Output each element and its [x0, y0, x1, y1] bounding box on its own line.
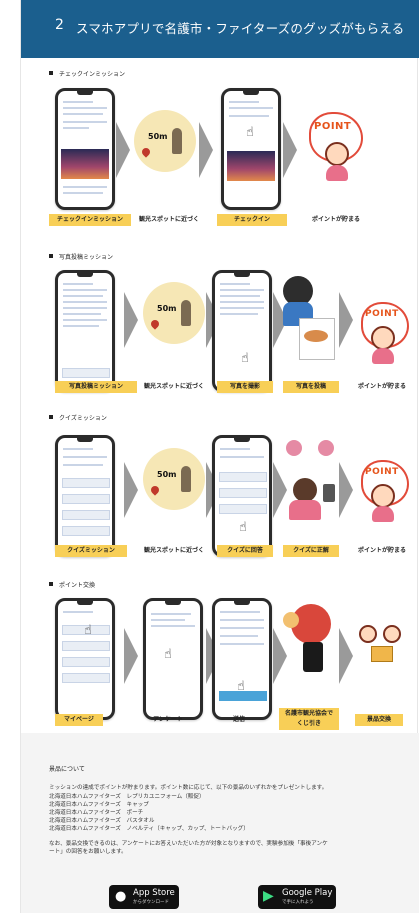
prize-item: 北海道日本ハムファイターズ ポーチ — [49, 810, 144, 816]
step-label: クイズミッション — [55, 545, 127, 557]
step-label: 観光スポットに近づく — [138, 216, 199, 223]
step-label: ポイントが貯まる — [357, 547, 406, 554]
step-label: マイページ — [55, 714, 103, 726]
step-label: 観光スポットに近づく — [143, 383, 204, 390]
step-label: 名護市観光協会で くじ引き — [279, 708, 339, 730]
phone-screenshot: ☝ — [221, 88, 281, 210]
happy-person-icon — [325, 142, 349, 166]
step-label: 写真を撮影 — [217, 381, 273, 393]
spot-illustration: 50m — [143, 448, 205, 510]
flow-arrow — [124, 462, 138, 518]
prize-item: 北海道日本ハムファイターズ バスタオル — [49, 818, 155, 824]
app-store-label: App Store — [133, 888, 175, 898]
flow-arrow — [273, 628, 287, 684]
gift-box-icon — [371, 646, 393, 662]
step-label: 写真を投稿 — [283, 381, 339, 393]
tap-hand-icon: ☝ — [246, 125, 254, 140]
quiz-host-icon — [318, 440, 334, 456]
step-label: 景品交換 — [355, 714, 403, 726]
staff-person-icon — [283, 612, 299, 628]
happy-person-icon — [371, 484, 395, 508]
person-body — [326, 165, 348, 181]
happy-person-icon — [371, 326, 395, 350]
person-body — [372, 348, 394, 364]
step-label: ポイントが貯まる — [311, 216, 360, 223]
step-label: 観光スポットに近づく — [143, 547, 204, 554]
flow-arrow — [339, 628, 353, 684]
flow-arrow — [124, 292, 138, 348]
phone-screenshot: ☝ — [212, 598, 272, 720]
person-body — [372, 506, 394, 522]
step-label: 写真投稿ミッション — [55, 381, 137, 393]
step-label: ポイントが貯まる — [357, 383, 406, 390]
apple-icon: ● — [115, 889, 127, 904]
tap-hand-icon: ☝ — [239, 520, 247, 535]
prize-note: なお、景品交換できるのは、アンケートにお答えいただいた方が対象となりますので、実… — [49, 841, 328, 847]
flow-arrow — [339, 292, 353, 348]
play-icon: ▶ — [263, 888, 274, 904]
mission-title-photo: 写真投稿ミッション — [49, 252, 113, 261]
step-label: チェックインミッション — [49, 214, 131, 226]
step-label: クイズに正解 — [283, 545, 339, 557]
google-play-button[interactable]: ▶ Google Play で手に入れよう — [258, 885, 336, 909]
mission-title-quiz: クイズミッション — [49, 413, 107, 422]
step-label: アンケート — [153, 716, 183, 723]
mission-title-checkin: チェックインミッション — [49, 69, 125, 78]
phone-screenshot: ☝ — [212, 270, 272, 392]
prize-item: 北海道日本ハムファイターズ レプリカユニフォーム（販促） — [49, 794, 205, 800]
prize-item: 北海道日本ハムファイターズ ノベルティ（キャップ、カップ、トートバッグ） — [49, 826, 249, 832]
step-label: クイズに回答 — [217, 545, 273, 557]
page: 2 スマホアプリで名護市・ファイターズのグッズがもらえる チェックインミッション… — [20, 0, 419, 913]
phone-screenshot: ☝ — [212, 435, 272, 557]
mission-title-exchange: ポイント交換 — [49, 580, 95, 589]
prize-info-panel: 景品について ミッションの達成でポイントが貯まります。ポイント数に応じて、以下の… — [21, 733, 419, 913]
tap-hand-icon: ☝ — [241, 351, 249, 366]
flow-arrow — [283, 122, 297, 178]
point-label: POINT — [314, 121, 352, 132]
prize-heading: 景品について — [49, 766, 85, 773]
app-store-button[interactable]: ● App Store からダウンロード — [109, 885, 179, 909]
spot-illustration: 50m — [143, 282, 205, 344]
quiz-player-icon — [293, 478, 317, 502]
quiz-player-body — [289, 500, 321, 520]
flow-arrow — [339, 462, 353, 518]
app-store-sublabel: からダウンロード — [133, 900, 169, 905]
phone-in-hand-icon — [303, 642, 323, 672]
phone-screenshot — [55, 270, 115, 392]
food-photo — [304, 330, 328, 342]
flow-arrow — [273, 462, 287, 518]
tap-hand-icon: ☝ — [164, 647, 172, 662]
section-number: 2 — [55, 17, 64, 33]
tap-hand-icon: ☝ — [237, 679, 245, 694]
section-header: 2 スマホアプリで名護市・ファイターズのグッズがもらえる — [21, 0, 419, 58]
quiz-host-icon — [286, 440, 302, 456]
prize-person-icon — [359, 625, 377, 643]
prize-person-icon — [383, 625, 401, 643]
google-play-sublabel: で手に入れよう — [282, 900, 314, 905]
tap-hand-icon: ☝ — [84, 623, 92, 638]
point-label: POINT — [365, 467, 399, 477]
phone-in-hand-icon — [323, 484, 335, 502]
phone-screenshot — [55, 435, 115, 557]
prize-item: 北海道日本ハムファイターズ キャップ — [49, 802, 149, 808]
step-label: 送信 — [232, 716, 245, 723]
flow-arrow — [199, 122, 213, 178]
phone-screenshot: ☝ — [143, 598, 203, 720]
step-label: チェックイン — [217, 214, 287, 226]
prize-intro: ミッションの達成でポイントが貯まります。ポイント数に応じて、以下の景品のいずれか… — [49, 785, 328, 791]
spot-illustration: 50m — [134, 110, 196, 172]
prize-note: ート」の回答をお願いします。 — [49, 849, 127, 855]
google-play-label: Google Play — [282, 888, 333, 898]
flow-arrow — [116, 122, 130, 178]
point-label: POINT — [365, 309, 399, 319]
flow-arrow — [124, 628, 138, 684]
section-title: スマホアプリで名護市・ファイターズのグッズがもらえる — [76, 21, 405, 36]
phone-screenshot: ☝ — [55, 598, 115, 720]
phone-screenshot — [55, 88, 115, 210]
